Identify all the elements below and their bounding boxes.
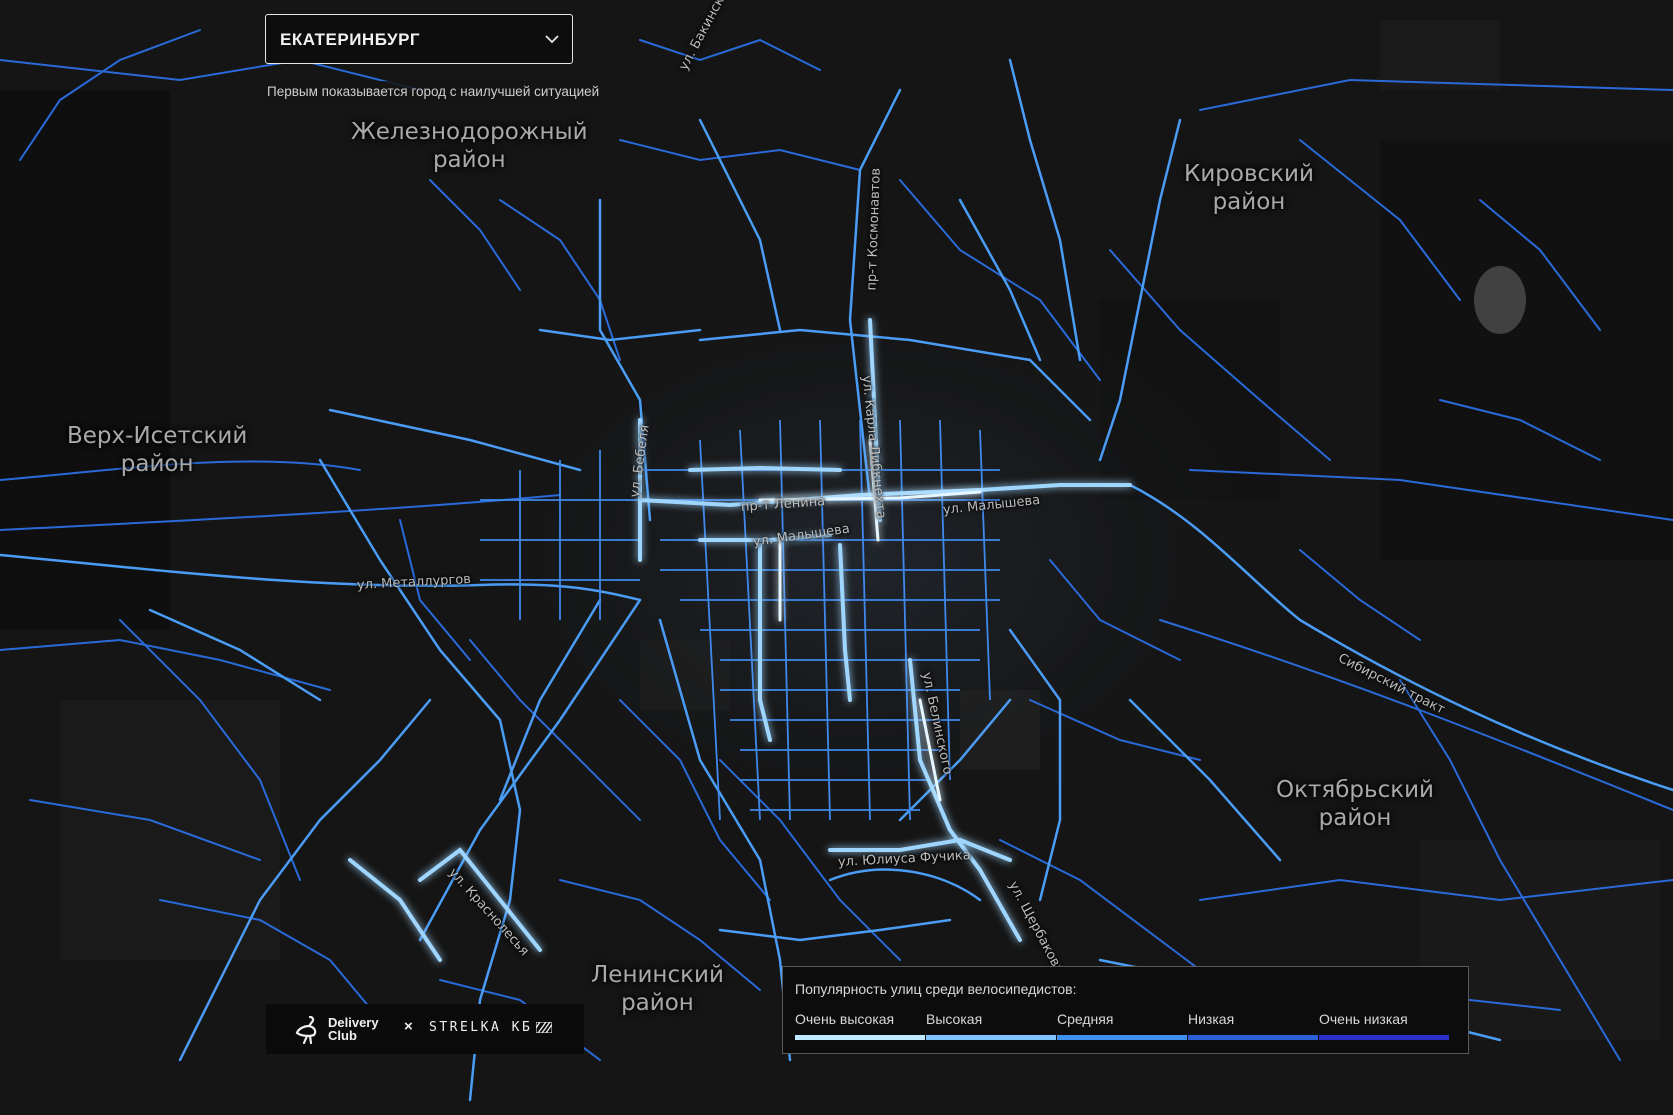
striped-flag-icon xyxy=(536,1022,552,1033)
legend-category: Средняя xyxy=(1057,1011,1187,1041)
legend-category: Очень низкая xyxy=(1319,1011,1449,1041)
city-select-value: ЕКАТЕРИНБУРГ xyxy=(280,30,421,49)
legend-category-label: Очень высокая xyxy=(795,1011,895,1027)
district-label-oktyabrsky: Октябрьский район xyxy=(1276,777,1435,831)
district-label-zheleznodorozhny: Железнодорожный район xyxy=(351,119,588,173)
legend-category-label: Низкая xyxy=(1188,1011,1235,1027)
legend-color-swatch xyxy=(926,1035,1056,1040)
legend-title: Популярность улиц среди велосипедистов: xyxy=(795,981,1077,997)
legend-color-swatch xyxy=(1319,1035,1449,1040)
partner-logos: Delivery Club × STRELKA КБ xyxy=(266,1004,584,1054)
legend-category: Низкая xyxy=(1188,1011,1318,1041)
delivery-club-logo[interactable]: Delivery Club xyxy=(292,1012,392,1046)
logo-separator: × xyxy=(404,1018,413,1035)
ostrich-icon xyxy=(295,1015,317,1044)
legend-category: Высокая xyxy=(926,1011,1056,1041)
district-label-kirovsky: Кировский район xyxy=(1184,161,1314,215)
chevron-down-icon xyxy=(545,35,559,44)
delivery-club-wordmark: Delivery Club xyxy=(328,1015,379,1043)
legend-category-label: Очень низкая xyxy=(1319,1011,1408,1027)
district-label-leninsky: Ленинский район xyxy=(591,962,724,1016)
strelka-kb-logo[interactable]: STRELKA КБ xyxy=(429,1020,532,1035)
map-canvas[interactable] xyxy=(0,0,1673,1115)
terrain-layer xyxy=(0,0,1673,1115)
legend-color-swatch xyxy=(1188,1035,1318,1040)
legend-category: Очень высокая xyxy=(795,1011,925,1041)
legend-category-label: Средняя xyxy=(1057,1011,1114,1027)
city-select-hint: Первым показывается город с наилучшей си… xyxy=(265,81,602,103)
legend-panel: Популярность улиц среди велосипедистов: … xyxy=(782,966,1469,1054)
district-label-verkh-isetsky: Верх-Исетский район xyxy=(67,423,248,477)
city-select-dropdown[interactable]: ЕКАТЕРИНБУРГ xyxy=(265,14,573,64)
legend-categories: Очень высокая Высокая Средняя Низкая Оче… xyxy=(795,1011,1449,1041)
legend-category-label: Высокая xyxy=(926,1011,983,1027)
legend-color-swatch xyxy=(795,1035,925,1040)
legend-color-swatch xyxy=(1057,1035,1187,1040)
